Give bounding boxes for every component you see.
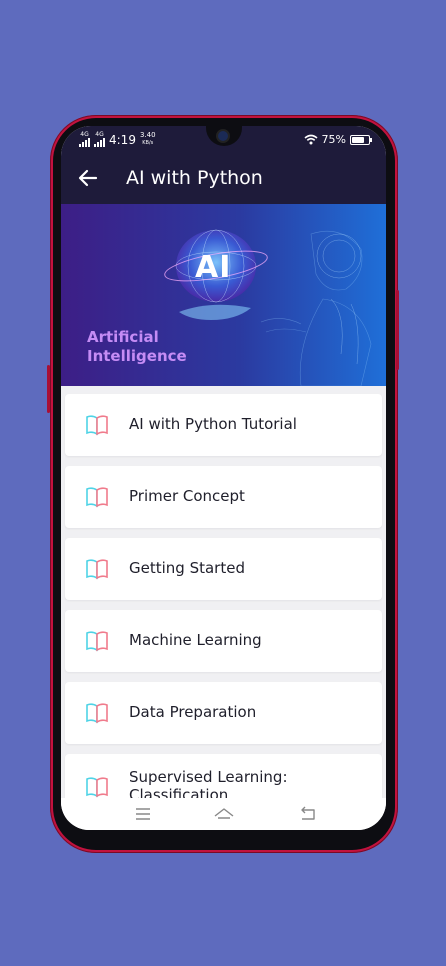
book-icon (86, 415, 108, 436)
app-screen: 4G 4G 4:19 3.40 KB/s 75% AI with Python … (61, 126, 386, 830)
list-item-label: Supervised Learning: Classification (129, 768, 288, 798)
list-item[interactable]: Getting Started (65, 538, 382, 600)
list-item-label-line2: Classification (129, 786, 229, 798)
arrow-left-icon[interactable] (77, 167, 99, 189)
list-item[interactable]: AI with Python Tutorial (65, 394, 382, 456)
battery-icon (350, 134, 372, 145)
network-speed: 3.40 KB/s (140, 132, 156, 147)
hero-banner: AI Artificial Intelligence (61, 204, 386, 386)
power-button (396, 290, 399, 370)
list-item[interactable]: Supervised Learning: Classification (65, 754, 382, 798)
list-item[interactable]: Machine Learning (65, 610, 382, 672)
status-bar: 4G 4G 4:19 3.40 KB/s 75% (61, 126, 386, 154)
list-item[interactable]: Primer Concept (65, 466, 382, 528)
volume-button (47, 365, 50, 413)
speed-unit: KB/s (142, 140, 154, 146)
list-item[interactable]: Data Preparation (65, 682, 382, 744)
app-bar: AI with Python (61, 154, 386, 204)
list-item-label: Data Preparation (129, 703, 257, 721)
status-right: 75% (304, 133, 372, 146)
status-left: 4G 4G 4:19 3.40 KB/s (79, 132, 156, 147)
page-title: AI with Python (126, 167, 263, 189)
menu-icon[interactable] (132, 804, 154, 824)
book-icon (86, 559, 108, 580)
wifi-icon (304, 134, 318, 145)
list-item-label: Machine Learning (129, 631, 262, 649)
signal-bars-icon (94, 138, 105, 147)
list-item-label: Primer Concept (129, 487, 245, 505)
banner-caption-line1: Artificial (87, 328, 159, 346)
battery-fill (352, 136, 364, 143)
book-icon (86, 631, 108, 652)
banner-caption-line2: Intelligence (87, 347, 187, 365)
signal-4g-1: 4G (79, 132, 90, 147)
signal-4g-2: 4G (94, 132, 105, 147)
speed-value: 3.40 (139, 131, 156, 139)
book-icon (86, 777, 108, 798)
book-icon (86, 487, 108, 508)
list-item-label: Getting Started (129, 559, 245, 577)
list-item-label-line1: Supervised Learning: (129, 768, 288, 786)
banner-ai-badge: AI (195, 250, 232, 285)
front-camera (218, 131, 228, 141)
home-icon[interactable] (213, 804, 235, 824)
banner-caption: Artificial Intelligence (87, 328, 187, 366)
book-icon (86, 703, 108, 724)
system-nav-bar (61, 798, 386, 830)
list-item-label: AI with Python Tutorial (129, 415, 297, 433)
topic-list: AI with Python Tutorial Primer Concept G… (61, 386, 386, 798)
status-time: 4:19 (109, 132, 136, 147)
signal-bars-icon (79, 138, 90, 147)
back-icon[interactable] (297, 804, 319, 824)
battery-percent: 75% (321, 133, 346, 146)
